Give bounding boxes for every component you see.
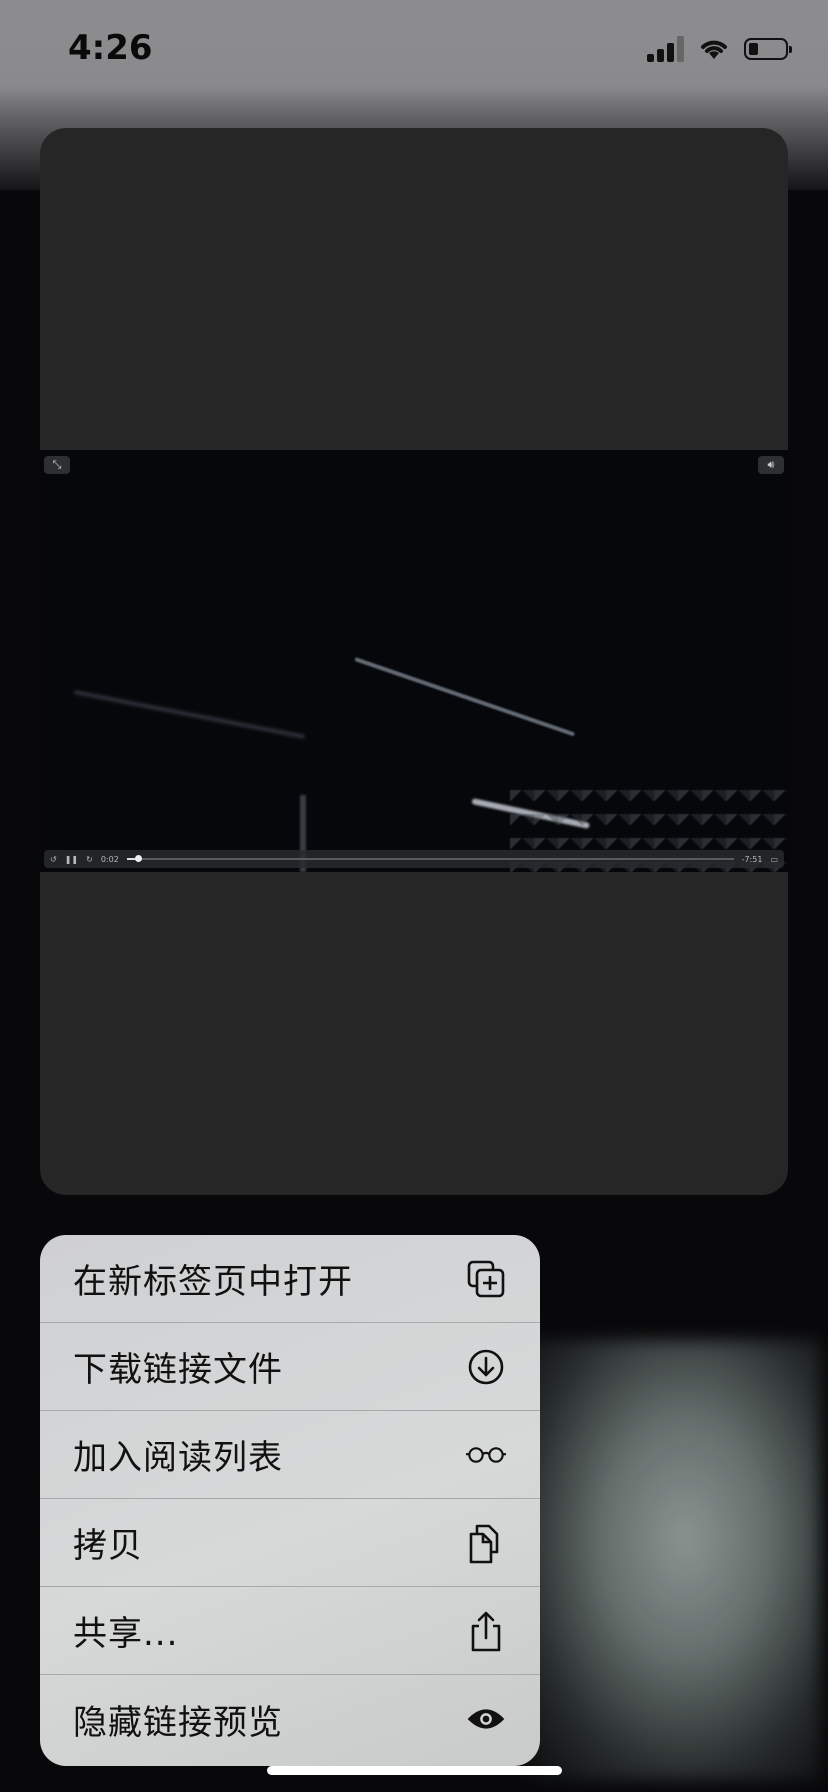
blurred-background-image	[520, 1340, 820, 1780]
video-frame-streak	[354, 657, 576, 737]
menu-item-download-linked-file[interactable]: 下载链接文件	[40, 1323, 540, 1411]
menu-item-label: 拷贝	[73, 1526, 143, 1566]
context-menu: 在新标签页中打开 下载链接文件 加入阅读列表 拷贝 共享... 隐藏链接预览	[40, 1235, 540, 1766]
menu-item-label: 在新标签页中打开	[73, 1262, 353, 1302]
pause-icon[interactable]: ❚❚	[65, 855, 78, 864]
menu-item-open-in-new-tab[interactable]: 在新标签页中打开	[40, 1235, 540, 1323]
cellular-signal-icon	[647, 36, 684, 62]
elapsed-time: 0:02	[100, 854, 119, 864]
menu-item-label: 下载链接文件	[73, 1350, 283, 1390]
glasses-icon	[466, 1435, 506, 1475]
status-bar: 4:26	[0, 0, 828, 100]
menu-item-hide-link-preview[interactable]: 隐藏链接预览	[40, 1675, 540, 1763]
menu-item-label: 隐藏链接预览	[73, 1702, 283, 1743]
video-scrubber[interactable]	[126, 855, 734, 862]
status-time: 4:26	[68, 28, 153, 68]
battery-icon	[744, 38, 792, 60]
skip-forward-icon[interactable]: ↻	[86, 855, 93, 864]
video-frame-streak	[73, 690, 306, 739]
remaining-time: -7:51	[741, 854, 763, 864]
menu-item-label: 共享...	[73, 1614, 179, 1654]
menu-item-copy[interactable]: 拷贝	[40, 1499, 540, 1587]
home-indicator[interactable]	[267, 1766, 562, 1775]
status-icons	[647, 36, 792, 62]
wifi-icon	[701, 40, 727, 59]
skip-back-icon[interactable]: ↺	[50, 855, 57, 864]
eye-icon	[466, 1699, 506, 1739]
video-controls: ↺ ❚❚ ↻ 0:02 -7:51 ▭	[44, 850, 784, 868]
new-tab-icon	[466, 1259, 506, 1299]
download-icon	[466, 1347, 506, 1387]
link-preview-card[interactable]: ⤡ 🔊︎ ↺ ❚❚ ↻ 0:02 -7:51 ▭	[40, 128, 788, 1195]
menu-item-add-to-reading-list[interactable]: 加入阅读列表	[40, 1411, 540, 1499]
share-icon	[466, 1611, 506, 1651]
video-player[interactable]: ⤡ 🔊︎ ↺ ❚❚ ↻ 0:02 -7:51 ▭	[40, 450, 788, 872]
airplay-icon[interactable]: ▭	[770, 855, 778, 864]
copy-icon	[466, 1523, 506, 1563]
menu-item-share[interactable]: 共享...	[40, 1587, 540, 1675]
volume-button[interactable]: 🔊︎	[758, 456, 784, 474]
fullscreen-button[interactable]: ⤡	[44, 456, 70, 474]
video-scrubber-knob[interactable]	[134, 855, 142, 862]
menu-item-label: 加入阅读列表	[73, 1438, 283, 1478]
